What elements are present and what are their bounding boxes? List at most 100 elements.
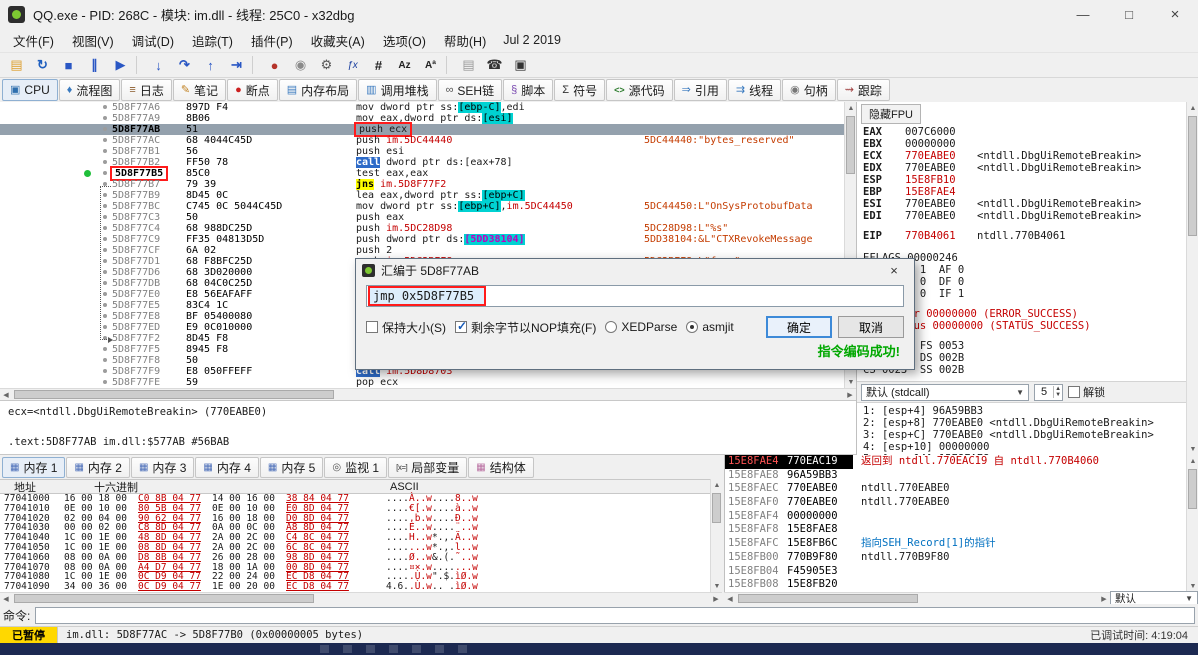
tab-dump-1[interactable]: ▦ 内存 1 (2, 456, 66, 478)
stack-row[interactable]: 15E8FAF0 770EABE0 ntdll.770EABE0 (725, 496, 1186, 510)
open-file-icon[interactable]: ▤ (4, 54, 29, 76)
disasm-row[interactable]: 5D8F77A9 8B06 mov eax,dword ptr ds:[esi] (0, 113, 844, 124)
disasm-hscrollbar[interactable]: ◀ ▶ (0, 388, 856, 400)
stepper-arrows-icon[interactable]: ▲ ▼ (1053, 386, 1062, 398)
nop-fill-checkbox[interactable]: 剩余字节以NOP填充(F) (455, 319, 596, 336)
stack-row[interactable]: 15E8FAE8 96A59BB3 (725, 469, 1186, 483)
disasm-row[interactable]: 5D8F77AB 51 push ecx (0, 122, 844, 137)
disasm-row[interactable]: 5D8F77B1 56 push esi (0, 146, 844, 157)
disasm-row[interactable]: 5D8F77B9 8D45 0C lea eax,dword ptr ss:[e… (0, 190, 844, 201)
tab-watch-1[interactable]: ◎ 监视 1 (324, 456, 388, 478)
assembler-fx-icon[interactable]: ƒx (340, 54, 365, 76)
dialog-close-button[interactable]: × (880, 263, 908, 278)
disasm-row[interactable]: 5D8F77CF 6A 02 push 2 (0, 245, 844, 256)
menu-item[interactable]: 调试(D) (123, 28, 183, 53)
scroll-thumb[interactable] (14, 390, 334, 399)
maximize-button[interactable]: □ (1106, 0, 1152, 28)
tab-log[interactable]: ≡ 日志 (121, 79, 172, 101)
disasm-row[interactable]: 5D8F77FE 59 pop ecx (0, 377, 844, 388)
register-row[interactable]: ESI 770EABE0 <ntdll.DbgUiRemoteBreakin> (863, 198, 1186, 210)
menu-item[interactable]: 收藏夹(A) (302, 28, 374, 53)
stack-row[interactable]: 15E8FB00 770B9F80 ntdll.770B9F80 (725, 551, 1186, 565)
keep-size-checkbox[interactable]: 保持大小(S) (366, 319, 446, 336)
pause-icon[interactable]: ∥ (82, 54, 107, 76)
scroll-thumb[interactable] (738, 594, 918, 603)
breakpoint-icon[interactable]: ● (262, 54, 287, 76)
register-row[interactable]: EAX 007C6000 (863, 126, 1186, 138)
disasm-row[interactable]: 5D8F77B2 FF50 78 call dword ptr ds:[eax+… (0, 157, 844, 168)
dump-vscrollbar[interactable]: ▲ ▼ (710, 479, 722, 592)
unlock-checkbox[interactable]: 解锁 (1068, 384, 1105, 400)
register-row[interactable]: EIP 770B4061 ntdll.770B4061 (863, 230, 1186, 242)
scroll-thumb[interactable] (846, 116, 855, 174)
restart-icon[interactable]: ↻ (30, 54, 55, 76)
menu-item[interactable]: 视图(V) (63, 28, 123, 53)
registers-vscrollbar[interactable]: ▲ ▼ (1186, 102, 1198, 455)
breakpoint-dot[interactable] (84, 170, 91, 177)
argument-line[interactable]: 3: [esp+C] 770EABE0 <ntdll.DbgUiRemoteBr… (863, 429, 1180, 441)
run-to-user-icon[interactable]: ⇥ (224, 54, 249, 76)
cancel-button[interactable]: 取消 (838, 316, 904, 338)
stop-icon[interactable]: ■ (56, 54, 81, 76)
display-monitor-icon[interactable]: ▣ (508, 54, 533, 76)
tab-threads[interactable]: ⇉ 线程 (727, 79, 782, 101)
argument-line[interactable]: 4: [esp+10] 00000000 (863, 441, 1180, 453)
tab-memory-map[interactable]: ▤ 内存布局 (278, 79, 358, 101)
register-row[interactable]: EBP 15E8FAE4 (863, 186, 1186, 198)
memory-dump-view[interactable]: 地址 十六进制 ASCII 77041000 16 00 18 00 C0 8B… (0, 479, 710, 592)
dump-hscrollbar[interactable]: ◀ ▶ (0, 592, 722, 604)
register-row[interactable]: ECX 770EABE0 <ntdll.DbgUiRemoteBreakin> (863, 150, 1186, 162)
assemble-input[interactable]: jmp 0x5D8F77B5 (366, 285, 904, 307)
stack-row[interactable]: 15E8FAF4 00000000 (725, 510, 1186, 524)
tab-source[interactable]: <> 源代码 (606, 79, 673, 101)
tab-dump-2[interactable]: ▦ 内存 2 (66, 456, 130, 478)
tab-graph[interactable]: ♦ 流程图 (58, 79, 121, 101)
stack-view[interactable]: 15E8FAE4 770EAC19 返回到 ntdll.770EAC19 自 n… (724, 455, 1186, 592)
stack-hscrollbar[interactable]: ◀ ▶ (724, 592, 1110, 604)
menu-item[interactable]: 帮助(H) (435, 28, 495, 53)
argument-line[interactable]: 1: [esp+4] 96A59BB3 (863, 405, 1180, 417)
disasm-row[interactable]: 5D8F77B5 85C0 test eax,eax (0, 166, 844, 181)
settings-gear-icon[interactable]: ⚙ (314, 54, 339, 76)
tab-seh[interactable]: ∞ SEH链 (437, 79, 503, 101)
disasm-row[interactable]: 5D8F77C3 50 push eax (0, 212, 844, 223)
disasm-row[interactable]: 5D8F77BC C745 0C 5044C45D mov dword ptr … (0, 201, 844, 212)
tab-dump-5[interactable]: ▦ 内存 5 (259, 456, 324, 478)
tab-trace[interactable]: ⇝ 跟踪 (836, 79, 890, 101)
register-row[interactable]: ESP 15E8FB10 (863, 174, 1186, 186)
disasm-row[interactable]: 5D8F77C4 68 988DC25D push im.5DC28D98 5D… (0, 223, 844, 234)
xedparse-radio[interactable]: XEDParse (605, 320, 677, 334)
tab-locals[interactable]: [x=] 局部变量 (388, 456, 468, 478)
run-icon[interactable]: ▶ (108, 54, 133, 76)
step-into-icon[interactable]: ↓ (146, 54, 171, 76)
tab-struct[interactable]: ▦ 结构体 (468, 456, 534, 478)
dump-row[interactable]: 77041090 34 00 36 00 0C D9 04 77 1E 00 2… (0, 582, 710, 592)
disasm-row[interactable]: 5D8F77C9 FF35 04813D5D push dword ptr ds… (0, 234, 844, 245)
close-button[interactable]: × (1152, 0, 1198, 28)
disasm-row[interactable]: 5D8F77A6 897D F4 mov dword ptr ss:[ebp-C… (0, 102, 844, 113)
menu-item[interactable]: 文件(F) (4, 28, 63, 53)
asmjit-radio[interactable]: asmjit (686, 320, 734, 334)
scroll-up-arrow-icon[interactable]: ▲ (1187, 102, 1198, 114)
argument-count-stepper[interactable]: 5 ▲ ▼ (1034, 383, 1064, 401)
attach-phone-icon[interactable]: ☎ (482, 54, 507, 76)
hide-fpu-button[interactable]: 隐藏FPU (861, 104, 921, 124)
tab-handles[interactable]: ◉ 句柄 (782, 79, 836, 101)
tab-symbols[interactable]: Σ 符号 (554, 79, 606, 101)
register-row[interactable]: EDX 770EABE0 <ntdll.DbgUiRemoteBreakin> (863, 162, 1186, 174)
step-out-icon[interactable]: ↑ (198, 54, 223, 76)
scroll-up-arrow-icon[interactable]: ▲ (711, 479, 723, 491)
disasm-row[interactable]: 5D8F77B7 79 39 jns im.5D8F77F2 (0, 179, 844, 190)
tab-call-stack[interactable]: ▥ 调用堆栈 (358, 79, 437, 101)
minimize-button[interactable]: — (1060, 0, 1106, 28)
disasm-row[interactable]: 5D8F77AC 68 4044C45D push im.5DC44440 5D… (0, 135, 844, 146)
stack-view-mode-select[interactable]: 默认 ▼ (1110, 591, 1198, 605)
menu-item[interactable]: 选项(O) (374, 28, 435, 53)
case-aa-icon[interactable]: Aª (418, 54, 443, 76)
stack-row[interactable]: 15E8FAE4 770EAC19 返回到 ntdll.770EAC19 自 n… (725, 455, 1186, 469)
scroll-up-arrow-icon[interactable]: ▲ (1187, 455, 1198, 467)
scroll-thumb[interactable] (14, 594, 314, 603)
scroll-thumb[interactable] (1188, 116, 1197, 236)
tab-script[interactable]: § 脚本 (503, 79, 554, 101)
stack-row[interactable]: 15E8FAF8 15E8FAE8 (725, 523, 1186, 537)
